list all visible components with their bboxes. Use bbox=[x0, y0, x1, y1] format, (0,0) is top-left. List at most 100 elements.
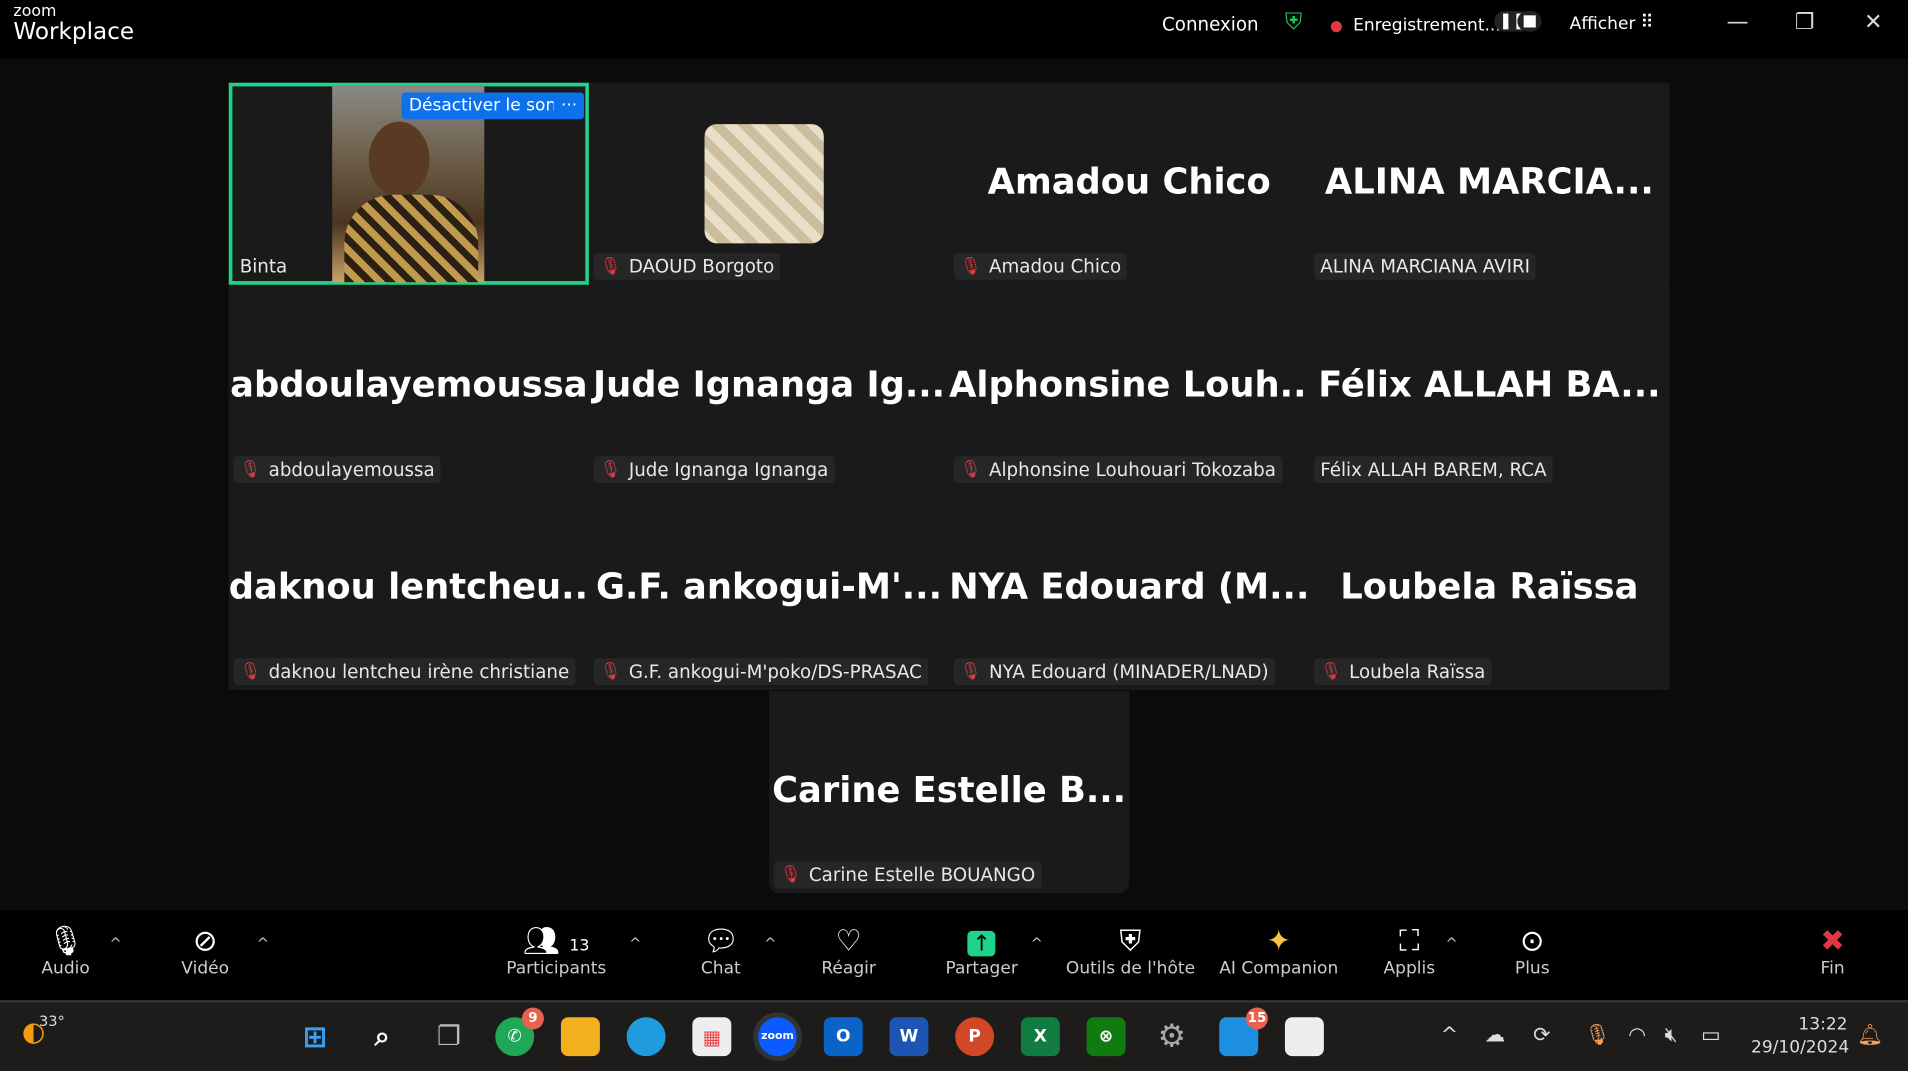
minimize-icon[interactable]: — bbox=[1727, 10, 1749, 36]
microphone-tray-icon[interactable]: 🎙︎ bbox=[1584, 1023, 1610, 1047]
participant-tile[interactable]: Amadou Chico 🎙︎ Amadou Chico bbox=[949, 82, 1310, 285]
participant-tile[interactable]: 🎙︎ DAOUD Borgoto bbox=[588, 82, 950, 285]
clock-date[interactable]: 29/10/2024 bbox=[1751, 1038, 1849, 1057]
audio-options-caret[interactable]: ^ bbox=[110, 935, 122, 952]
participant-name: 🎙︎ G.F. ankogui-M'poko/DS-PRASAC bbox=[593, 658, 928, 686]
participant-tile[interactable]: Jude Ignanga Ig... 🎙︎ Jude Ignanga Ignanga bbox=[588, 285, 950, 488]
participant-tile[interactable]: Félix ALLAH BA... Félix ALLAH BAREM, RCA bbox=[1309, 285, 1670, 488]
mic-muted-icon: 🎙︎ bbox=[960, 459, 982, 479]
name-label: Alphonsine Louhouari Tokozaba bbox=[988, 458, 1276, 481]
participants-count: 13 bbox=[569, 936, 590, 956]
mic-muted-icon: 🎙︎ bbox=[960, 661, 982, 682]
wifi-icon[interactable]: ◠ bbox=[1628, 1023, 1646, 1047]
video-off-icon: ⊘ bbox=[192, 923, 218, 958]
mic-muted-icon: 🎙︎ bbox=[599, 256, 622, 277]
stop-recording-icon[interactable]: ■ bbox=[1517, 10, 1543, 32]
outlook-icon[interactable]: O bbox=[823, 1017, 863, 1057]
view-button[interactable]: Afficher bbox=[1570, 15, 1636, 34]
participant-tile[interactable]: Carine Estelle B... 🎙︎ Carine Estelle BOUA… bbox=[769, 690, 1130, 893]
participant-tile[interactable]: NYA Edouard (M... 🎙︎ NYA Edouard (MINADER/… bbox=[949, 487, 1309, 690]
xbox-icon[interactable]: ⊗ bbox=[1086, 1017, 1126, 1057]
host-tools-button[interactable]: ⛨ Outils de l'hôte bbox=[1066, 922, 1195, 979]
zoom-taskbar-icon[interactable]: zoom bbox=[753, 1012, 802, 1062]
apps-button[interactable]: ⛶ Applis bbox=[1384, 922, 1436, 979]
snipping-tool-icon[interactable] bbox=[1284, 1017, 1324, 1057]
battery-icon[interactable]: ▭ bbox=[1701, 1023, 1721, 1047]
participant-display-name: Félix ALLAH BA... bbox=[1318, 363, 1661, 405]
participant-name: 🎙︎ abdoulayemoussa bbox=[233, 455, 441, 483]
ai-label: AI Companion bbox=[1219, 958, 1339, 979]
participant-display-name: abdoulayemoussa bbox=[230, 363, 588, 405]
more-button[interactable]: ⊙ Plus bbox=[1515, 922, 1550, 979]
mic-muted-icon: 🎙︎ bbox=[599, 661, 622, 682]
unmute-button[interactable]: Désactiver le son bbox=[401, 92, 564, 120]
participant-tile-self[interactable]: Désactiver le son ··· Binta bbox=[228, 82, 589, 285]
close-icon[interactable]: ✕ bbox=[1864, 10, 1882, 36]
start-icon[interactable]: ⊞ bbox=[296, 1017, 335, 1056]
tray-expand-icon[interactable]: ^ bbox=[1441, 1023, 1458, 1047]
share-button[interactable]: ↑ Partager bbox=[945, 922, 1018, 978]
excel-icon[interactable]: X bbox=[1020, 1017, 1060, 1057]
participant-tile[interactable]: Alphonsine Louh... 🎙︎ Alphonsine Louhouari… bbox=[949, 285, 1320, 488]
search-icon[interactable]: ⌕ bbox=[363, 1017, 402, 1056]
clock-time[interactable]: 13:22 bbox=[1798, 1015, 1847, 1034]
powerpoint-icon[interactable]: P bbox=[955, 1017, 995, 1057]
apps-caret[interactable]: ^ bbox=[1446, 935, 1458, 952]
security-shield-icon[interactable]: ⛨ bbox=[1285, 9, 1302, 36]
notification-bell-icon[interactable]: 🔔︎ bbox=[1857, 1023, 1883, 1047]
participant-name: 🎙︎ Carine Estelle BOUANGO bbox=[773, 860, 1042, 888]
edge-icon[interactable] bbox=[626, 1017, 666, 1057]
participant-display-name: daknou lentcheu... bbox=[228, 565, 602, 608]
end-icon: ✖ bbox=[1820, 923, 1845, 958]
participant-display-name: Loubela Raïssa bbox=[1340, 565, 1639, 608]
volume-muted-icon[interactable]: 🔇︎ bbox=[1665, 1023, 1678, 1047]
task-view-icon[interactable]: ❐ bbox=[430, 1017, 469, 1056]
video-button[interactable]: ⊘ Vidéo bbox=[181, 922, 230, 979]
participant-tile[interactable]: G.F. ankogui-M'... 🎙︎ G.F. ankogui-M'poko/… bbox=[588, 487, 950, 690]
participant-tile[interactable]: Loubela Raïssa 🎙︎ Loubela Raïssa bbox=[1309, 487, 1670, 690]
participant-tile[interactable]: daknou lentcheu... 🎙︎ daknou lentcheu irèn… bbox=[228, 487, 602, 690]
video-options-caret[interactable]: ^ bbox=[257, 935, 269, 952]
mic-muted-icon: 🎙︎ bbox=[960, 256, 982, 277]
title-bar: zoom Workplace Connexion ⛨ ● Enregistreme… bbox=[0, 0, 1908, 59]
grid-icon[interactable]: ⠿ bbox=[1640, 11, 1653, 33]
settings-icon[interactable]: ⚙ bbox=[1152, 1017, 1191, 1056]
participants-button[interactable]: 👥︎ 13 Participants bbox=[506, 922, 606, 979]
mic-muted-icon: 🎙︎ bbox=[779, 864, 802, 885]
weather-temp: 33° bbox=[38, 1012, 65, 1030]
name-label: NYA Edouard (MINADER/LNAD) bbox=[988, 660, 1269, 683]
connexion-button[interactable]: Connexion bbox=[1162, 13, 1259, 35]
participant-name: Binta bbox=[234, 253, 294, 280]
participant-tile[interactable]: ALINA MARCIA... ALINA MARCIANA AVIRI bbox=[1309, 82, 1670, 285]
audio-button[interactable]: 🎙︎ Audio bbox=[41, 922, 89, 979]
name-label: ALINA MARCIANA AVIRI bbox=[1320, 255, 1531, 278]
react-button[interactable]: ♡ Réagir bbox=[821, 922, 876, 979]
video-label: Vidéo bbox=[181, 958, 230, 979]
participant-display-name: Amadou Chico bbox=[987, 160, 1271, 202]
more-options-button[interactable]: ··· bbox=[553, 92, 585, 120]
name-label: DAOUD Borgoto bbox=[628, 255, 775, 278]
mic-muted-icon: 🎙︎ bbox=[239, 459, 262, 479]
outlook-badge: 15 bbox=[1246, 1007, 1268, 1030]
chat-button[interactable]: 💬︎ Chat bbox=[701, 922, 741, 979]
logo-top: zoom bbox=[13, 2, 57, 21]
participant-tile[interactable]: abdoulayemoussa 🎙︎ abdoulayemoussa bbox=[228, 285, 589, 488]
ai-companion-button[interactable]: ✦ AI Companion bbox=[1219, 922, 1339, 979]
word-icon[interactable]: W bbox=[889, 1017, 929, 1057]
whatsapp-icon[interactable]: ✆ 9 bbox=[495, 1007, 544, 1057]
file-explorer-icon[interactable] bbox=[560, 1017, 600, 1057]
name-label: Carine Estelle BOUANGO bbox=[808, 863, 1036, 886]
chat-caret[interactable]: ^ bbox=[764, 935, 776, 952]
store-icon[interactable]: ▦ bbox=[692, 1017, 732, 1057]
outlook-new-icon[interactable]: 15 bbox=[1219, 1007, 1268, 1057]
sparkle-icon: ✦ bbox=[1266, 923, 1291, 958]
onedrive-icon[interactable]: ☁ bbox=[1484, 1023, 1505, 1047]
participants-caret[interactable]: ^ bbox=[629, 935, 641, 952]
sync-icon[interactable]: ⟳ bbox=[1533, 1023, 1550, 1047]
participant-name: 🎙︎ Amadou Chico bbox=[953, 253, 1128, 280]
restore-icon[interactable]: ❐ bbox=[1795, 10, 1815, 36]
end-button[interactable]: ✖ Fin bbox=[1820, 922, 1845, 979]
share-arrow-icon: ↑ bbox=[967, 930, 996, 956]
shield-icon: ⛨ bbox=[1119, 923, 1142, 958]
share-caret[interactable]: ^ bbox=[1031, 935, 1043, 952]
